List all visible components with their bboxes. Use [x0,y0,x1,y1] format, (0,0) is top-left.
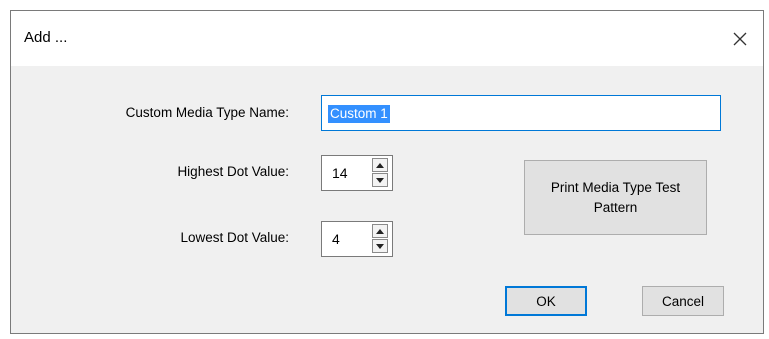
lowest-spin-down-button[interactable] [372,239,388,253]
close-icon [733,32,747,45]
up-arrow-icon [376,162,384,168]
highest-dot-value-label: Highest Dot Value: [177,164,289,179]
ok-button[interactable]: OK [505,286,587,316]
name-input-selected-text: Custom 1 [328,105,390,123]
highest-dot-value: 14 [332,165,348,181]
close-button[interactable] [717,11,763,66]
highest-dot-value-stepper[interactable]: 14 [321,155,393,191]
print-test-pattern-button[interactable]: Print Media Type Test Pattern [524,160,707,235]
add-media-type-dialog: Add ... Custom Media Type Name: Custom 1… [10,10,764,334]
lowest-dot-value: 4 [332,231,340,247]
highest-spin-up-button[interactable] [372,158,388,172]
lowest-spin-up-button[interactable] [372,224,388,238]
down-arrow-icon [376,243,384,249]
lowest-dot-value-label: Lowest Dot Value: [180,230,289,245]
lowest-dot-value-stepper[interactable]: 4 [321,221,393,257]
dialog-title: Add ... [24,29,68,46]
custom-media-type-name-label: Custom Media Type Name: [125,105,289,120]
up-arrow-icon [376,228,384,234]
cancel-button[interactable]: Cancel [642,286,724,316]
custom-media-type-name-input[interactable]: Custom 1 [321,95,721,131]
down-arrow-icon [376,177,384,183]
title-bar: Add ... [11,11,763,66]
highest-spin-down-button[interactable] [372,173,388,187]
